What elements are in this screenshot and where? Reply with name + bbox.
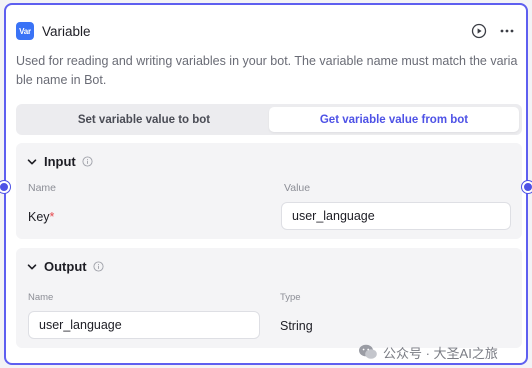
input-section-title: Input bbox=[44, 154, 76, 169]
chevron-down-icon[interactable] bbox=[26, 261, 38, 273]
tab-set-variable[interactable]: Set variable value to bot bbox=[19, 107, 269, 132]
key-value-input[interactable]: user_language bbox=[281, 202, 511, 230]
output-section-header[interactable]: Output bbox=[26, 259, 105, 274]
output-name-input[interactable]: user_language bbox=[28, 311, 260, 339]
node-title[interactable]: Variable bbox=[42, 24, 91, 39]
output-section-title: Output bbox=[44, 259, 87, 274]
input-section: Input Name Value Key* user_language bbox=[16, 143, 522, 239]
output-type-value: String bbox=[280, 319, 313, 333]
chevron-down-icon[interactable] bbox=[26, 156, 38, 168]
output-name-column-header: Name bbox=[28, 292, 54, 303]
required-mark: * bbox=[49, 210, 55, 224]
key-label: Key* bbox=[28, 210, 54, 224]
node-description: Used for reading and writing variables i… bbox=[16, 54, 518, 87]
more-icon[interactable] bbox=[498, 22, 516, 40]
watermark: 公众号 · 大圣AI之旅 bbox=[358, 342, 498, 362]
value-column-header: Value bbox=[284, 182, 311, 194]
watermark-text: 公众号 · 大圣AI之旅 bbox=[383, 345, 498, 361]
wechat-icon bbox=[358, 342, 378, 362]
input-section-header[interactable]: Input bbox=[26, 154, 94, 169]
info-icon[interactable] bbox=[93, 261, 105, 273]
header-actions bbox=[470, 22, 516, 40]
variable-node-card[interactable]: Var Variable Used for reading and writin… bbox=[4, 3, 528, 365]
info-icon[interactable] bbox=[82, 156, 94, 168]
variable-node-badge-icon: Var bbox=[16, 22, 34, 40]
node-header: Var Variable bbox=[16, 20, 516, 42]
output-port-handle[interactable] bbox=[522, 181, 532, 193]
output-type-column-header: Type bbox=[280, 292, 301, 303]
output-section: Output Name Type user_language String bbox=[16, 248, 522, 348]
name-column-header: Name bbox=[28, 182, 57, 194]
mode-tabs: Set variable value to bot Get variable v… bbox=[16, 104, 522, 135]
tab-get-variable[interactable]: Get variable value from bot bbox=[269, 107, 519, 132]
play-circle-icon[interactable] bbox=[470, 22, 488, 40]
key-label-text: Key bbox=[28, 210, 50, 224]
